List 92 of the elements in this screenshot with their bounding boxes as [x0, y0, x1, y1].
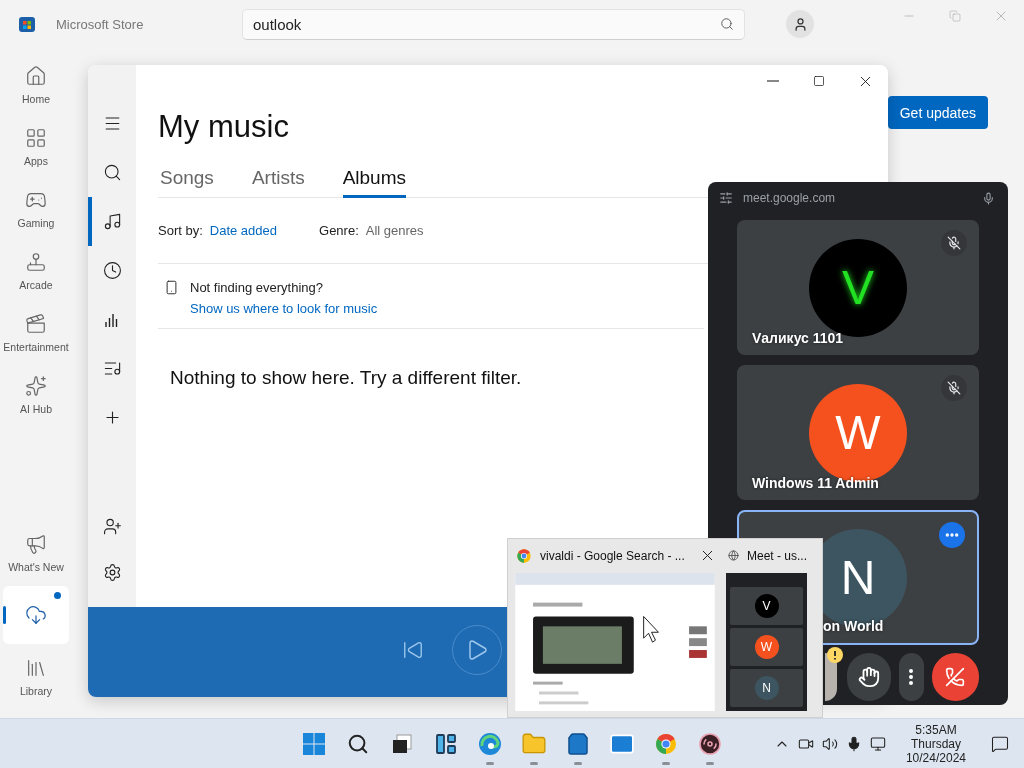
account-button[interactable]: [786, 10, 814, 38]
speaker-icon: [821, 735, 838, 752]
more-options-button[interactable]: [939, 522, 965, 548]
globe-icon: [728, 548, 739, 564]
nav-item[interactable]: AI Hub: [3, 366, 69, 424]
avatar-initial: V: [842, 260, 874, 315]
shopping-bag-icon: [566, 731, 590, 756]
tab[interactable]: Songs: [160, 167, 214, 198]
participant-name: on World: [823, 618, 884, 634]
nav-item[interactable]: Entertainment: [3, 304, 69, 362]
notice-text: Not finding everything?: [190, 280, 324, 295]
thumbnail-title: Meet - us...: [746, 548, 807, 563]
music-note-icon: [102, 212, 122, 231]
microphone-icon: [982, 191, 995, 205]
tab[interactable]: Artists: [251, 167, 305, 198]
windows-logo-icon: [302, 731, 326, 756]
genre-label: Genre:: [319, 223, 359, 238]
sort-dropdown[interactable]: Date added: [209, 223, 278, 238]
mini-avatar: W: [754, 634, 779, 659]
search-icon: [720, 17, 734, 31]
user-icon: [792, 16, 808, 32]
sparkles-icon: [25, 375, 47, 397]
clock-icon: [102, 261, 122, 280]
leave-call-button[interactable]: [931, 653, 979, 701]
skip-back-icon: [402, 639, 424, 661]
page-title: My music: [158, 109, 290, 145]
search-icon: [102, 163, 122, 182]
nav-item[interactable]: Library: [3, 648, 69, 706]
running-indicator: [530, 761, 538, 765]
message-icon: [991, 734, 1009, 753]
apps-grid-icon: [25, 127, 47, 149]
device-icon: [164, 280, 179, 295]
maximize-icon: [813, 75, 825, 87]
widgets-icon: [434, 731, 458, 756]
nav-item[interactable]: What's New: [3, 524, 69, 582]
running-indicator: [662, 761, 670, 765]
cloud-download-icon: [25, 604, 47, 626]
sliders-icon: [719, 191, 733, 205]
settings-icon: [102, 562, 122, 582]
equalizer-bars-icon: [104, 311, 120, 328]
raise-hand-button[interactable]: [847, 653, 892, 701]
nav-item[interactable]: Arcade: [3, 242, 69, 300]
sort-label: Sort by:: [158, 223, 203, 238]
add-user-icon: [102, 516, 122, 536]
window-thumbnail[interactable]: Meet - us... V W N: [726, 545, 807, 711]
mini-avatar: V: [754, 593, 779, 618]
clock[interactable]: 5:35AM Thursday 10/24/2024: [899, 721, 972, 766]
library-icon: [25, 657, 47, 679]
home-icon: [25, 65, 47, 87]
notice-link[interactable]: Show us where to look for music: [190, 301, 704, 316]
running-indicator: [706, 761, 714, 765]
disc-icon: [698, 731, 722, 756]
task-view-icon: [391, 732, 413, 755]
participant-name: Vаликус 1101: [752, 330, 844, 346]
chrome-logo-icon: [516, 547, 532, 564]
avatar-initial: W: [835, 405, 881, 460]
clapperboard-icon: [25, 313, 47, 335]
alert-icon: [827, 647, 843, 663]
search-icon: [347, 732, 369, 755]
mic-off-icon: [947, 236, 961, 250]
phone-off-icon: [945, 667, 966, 687]
nav-item[interactable]: [3, 586, 69, 644]
genre-dropdown[interactable]: All genres: [365, 223, 424, 238]
hand-icon: [858, 666, 881, 688]
more-vertical-icon: [909, 669, 914, 685]
nav-item[interactable]: Gaming: [3, 180, 69, 238]
running-indicator: [574, 761, 582, 765]
store-logo-icon: [18, 15, 36, 33]
empty-message: Nothing to show here. Try a different filter.: [170, 367, 523, 389]
participant-name: Windows 11 Admin: [752, 475, 879, 491]
url-text: meet.google.com: [743, 191, 837, 205]
window-thumbnail[interactable]: vivaldi - Google Search - ...: [514, 545, 716, 711]
tab[interactable]: Albums: [342, 167, 406, 198]
nav-item[interactable]: Home: [3, 56, 69, 114]
megaphone-icon: [25, 533, 47, 555]
mic-off-icon: [947, 381, 961, 395]
playlist-icon: [102, 359, 122, 378]
more-button[interactable]: [899, 653, 924, 701]
avatar-initial: N: [840, 550, 876, 605]
thumbnail-title: vivaldi - Google Search - ...: [540, 548, 686, 563]
get-updates-button[interactable]: Get updates: [887, 96, 988, 129]
nav-item[interactable]: Apps: [3, 118, 69, 176]
edge-logo-icon: [478, 731, 502, 756]
window-title: Microsoft Store: [56, 16, 145, 32]
joystick-icon: [25, 251, 47, 273]
search-field[interactable]: outlook: [242, 8, 745, 40]
chrome-logo-icon: [654, 731, 678, 756]
restore-icon: [949, 10, 961, 22]
minimize-icon: [767, 80, 779, 82]
mini-avatar: N: [754, 675, 779, 700]
network-monitor-icon: [869, 735, 886, 752]
running-indicator: [486, 761, 494, 765]
